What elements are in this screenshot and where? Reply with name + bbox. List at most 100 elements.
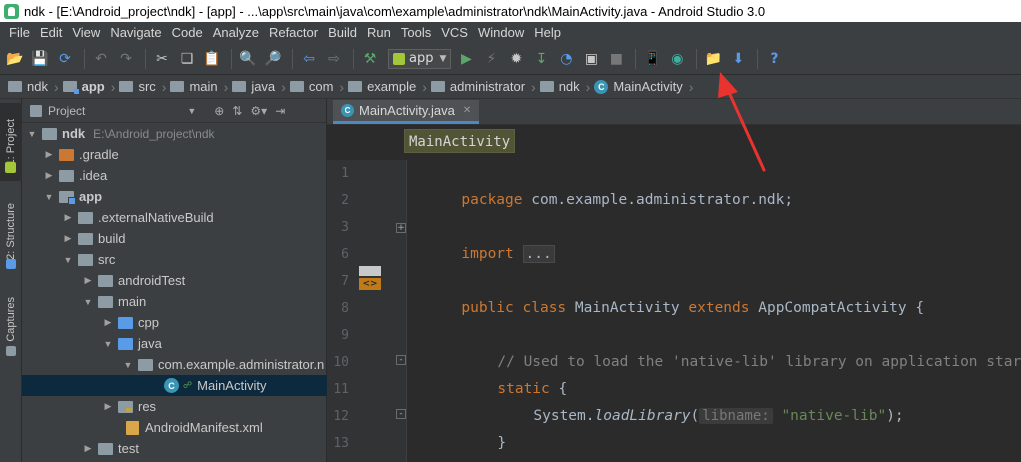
chevron-right-icon[interactable]: ▶ (62, 212, 74, 223)
menu-tools[interactable]: Tools (396, 22, 436, 43)
tree-item-java[interactable]: ▼ java (22, 333, 327, 354)
editor-tab-mainactivity[interactable]: C MainActivity.java ✕ (333, 100, 480, 124)
undo-icon[interactable]: ↶ (90, 48, 112, 70)
menu-build[interactable]: Build (323, 22, 362, 43)
tree-item-idea[interactable]: ▶ .idea (22, 165, 327, 186)
tree-item-test[interactable]: ▶ test (22, 438, 327, 459)
hide-panel-icon[interactable]: ⇥ (275, 104, 285, 118)
chevron-down-icon[interactable]: ▼ (43, 192, 55, 202)
attach-debugger-icon[interactable]: ↧ (530, 48, 552, 70)
tree-item-gradle[interactable]: ▶ .gradle (22, 144, 327, 165)
class-icon: C (594, 79, 609, 94)
menu-refactor[interactable]: Refactor (264, 22, 323, 43)
chevron-right-icon[interactable]: ▶ (62, 233, 74, 244)
close-icon[interactable]: ✕ (463, 105, 471, 116)
sync-icon[interactable]: ⟳ (54, 48, 76, 70)
chevron-right-icon[interactable]: ▶ (82, 443, 94, 454)
menu-file[interactable]: File (4, 22, 35, 43)
scroll-from-source-icon[interactable]: ⊕ (214, 104, 224, 118)
profile-icon[interactable]: ◔ (555, 48, 577, 70)
find-icon[interactable]: 🔍 (237, 48, 259, 70)
breadcrumb-mainactivity[interactable]: C MainActivity › (594, 79, 693, 95)
fold-expand-icon[interactable]: + (396, 223, 406, 233)
chevron-right-icon[interactable]: ▶ (102, 401, 114, 412)
menu-view[interactable]: View (67, 22, 105, 43)
copy-icon[interactable]: ❏ (176, 48, 198, 70)
menu-code[interactable]: Code (167, 22, 208, 43)
debug-icon[interactable]: ✹ (505, 48, 527, 70)
chevron-down-icon[interactable]: ▼ (102, 339, 114, 349)
sdk-manager-icon[interactable]: ⬇ (727, 48, 749, 70)
chevron-right-icon[interactable]: ▶ (82, 275, 94, 286)
fold-end-icon[interactable]: - (396, 409, 406, 419)
menu-vcs[interactable]: VCS (436, 22, 473, 43)
tree-item-src[interactable]: ▼ src (22, 249, 327, 270)
menu-run[interactable]: Run (362, 22, 396, 43)
tree-item-externalnativebuild[interactable]: ▶ .externalNativeBuild (22, 207, 327, 228)
tree-item-mainactivity[interactable]: C ☍ MainActivity (22, 375, 327, 396)
tree-item-build[interactable]: ▶ build (22, 228, 327, 249)
menu-analyze[interactable]: Analyze (208, 22, 264, 43)
run-configuration-select[interactable]: app ▼ (388, 48, 452, 69)
cut-icon[interactable]: ✂ (151, 48, 173, 70)
settings-gear-icon[interactable]: ⚙▾ (250, 104, 267, 118)
tree-item-package[interactable]: ▼ com.example.administrator.n (22, 354, 327, 375)
breadcrumb-ndk-package[interactable]: ndk › (539, 79, 590, 95)
coverage-icon[interactable]: ▣ (580, 48, 602, 70)
tree-item-androidtest[interactable]: ▶ androidTest (22, 270, 327, 291)
code-area[interactable]: package com.example.administrator.ndk; i… (409, 160, 1021, 462)
breadcrumb-app[interactable]: app › (62, 79, 115, 95)
breadcrumb-com[interactable]: com › (289, 79, 344, 95)
project-view-select[interactable]: Project (48, 104, 85, 118)
breadcrumb-src[interactable]: src › (119, 79, 166, 95)
code-line-3: import ... (409, 214, 555, 263)
save-icon[interactable]: 💾 (29, 48, 51, 70)
collapse-all-icon[interactable]: ⇅ (232, 104, 242, 118)
stop-icon[interactable]: ■ (605, 48, 627, 70)
camera-icon (6, 346, 16, 356)
breadcrumb-java[interactable]: java › (232, 79, 286, 95)
breadcrumb-main[interactable]: main › (170, 79, 228, 95)
module-folder-icon (59, 190, 76, 205)
forward-icon[interactable]: ⇨ (323, 48, 345, 70)
breadcrumb-ndk[interactable]: ndk › (8, 79, 59, 95)
chevron-down-icon[interactable]: ▼ (187, 106, 196, 116)
chevron-down-icon[interactable]: ▼ (122, 360, 134, 370)
chevron-down-icon[interactable]: ▼ (82, 297, 94, 307)
back-icon[interactable]: ⇦ (298, 48, 320, 70)
avd-manager-icon[interactable]: 📱 (641, 48, 663, 70)
tree-item-res[interactable]: ▶ res (22, 396, 327, 417)
chevron-right-icon[interactable]: ▶ (43, 149, 55, 160)
activity-layout-gutter-icon[interactable]: <> (359, 266, 381, 290)
tree-item-app[interactable]: ▼ app (22, 186, 327, 207)
tree-item-cpp[interactable]: ▶ cpp (22, 312, 327, 333)
apply-changes-icon[interactable]: ⚡ (480, 48, 502, 70)
open-icon[interactable]: 📂 (4, 48, 26, 70)
breadcrumb-example[interactable]: example › (348, 79, 427, 95)
sync-gradle-icon[interactable]: ◉ (666, 48, 688, 70)
help-icon[interactable]: ? (763, 48, 785, 70)
collapsed-imports[interactable]: ... (522, 245, 555, 263)
replace-icon[interactable]: 🔎 (262, 48, 284, 70)
chevron-down-icon[interactable]: ▼ (62, 255, 74, 265)
paste-icon[interactable]: 📋 (201, 48, 223, 70)
structure-breadcrumb-hint[interactable]: MainActivity (404, 129, 516, 153)
tree-item-ndk[interactable]: ▼ ndk E:\Android_project\ndk (22, 123, 327, 144)
tree-item-main[interactable]: ▼ main (22, 291, 327, 312)
redo-icon[interactable]: ↷ (115, 48, 137, 70)
line-number: 10 (333, 355, 349, 370)
chevron-down-icon[interactable]: ▼ (26, 129, 38, 139)
fold-collapse-icon[interactable]: - (396, 355, 406, 365)
menu-edit[interactable]: Edit (35, 22, 67, 43)
menu-help[interactable]: Help (529, 22, 566, 43)
chevron-right-icon[interactable]: ▶ (102, 317, 114, 328)
tool-tab-captures[interactable]: Captures (0, 289, 22, 349)
breadcrumb-administrator[interactable]: administrator › (430, 79, 536, 95)
run-icon[interactable]: ▶ (455, 48, 477, 70)
menu-navigate[interactable]: Navigate (105, 22, 166, 43)
tree-item-androidmanifest[interactable]: AndroidManifest.xml (22, 417, 327, 438)
project-structure-icon[interactable]: 📁 (702, 48, 724, 70)
menu-window[interactable]: Window (473, 22, 529, 43)
chevron-right-icon[interactable]: ▶ (43, 170, 55, 181)
make-icon[interactable]: ⚒ (359, 48, 381, 70)
